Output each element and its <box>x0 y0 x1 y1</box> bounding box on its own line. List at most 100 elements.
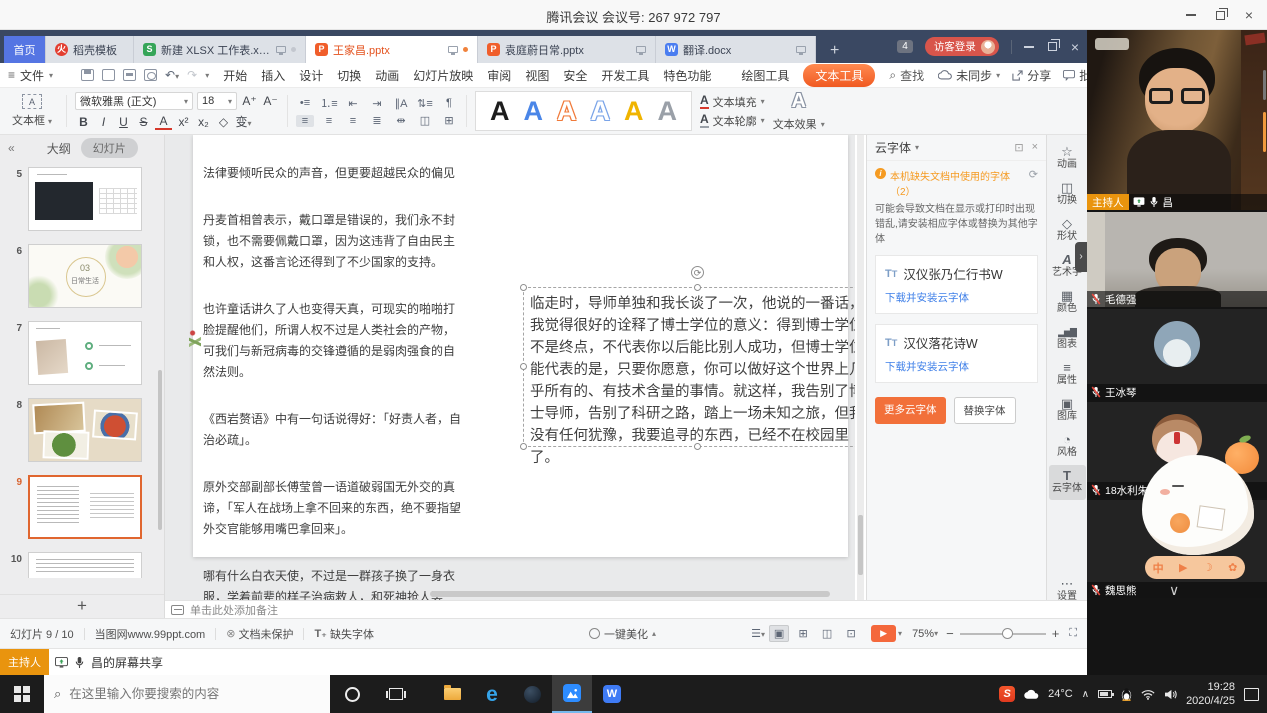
menu-item-animation[interactable]: 动画 <box>375 67 399 84</box>
expand-panel-tab[interactable]: › <box>1075 242 1087 272</box>
slideshow-play-button[interactable]: ▶ <box>871 625 896 642</box>
play-options-icon[interactable]: ▾ <box>898 629 902 638</box>
wifi-icon[interactable] <box>1141 689 1155 700</box>
selected-textbox[interactable]: ⟳ 临走时，导师单独和我长谈了一次，他说的一番话，我觉得很好的诠释了博士学位的意… <box>523 287 855 447</box>
bold-icon[interactable]: B <box>75 115 92 129</box>
resize-handle[interactable] <box>520 363 527 370</box>
cortana-button[interactable] <box>330 675 374 713</box>
video-tile-host[interactable]: 主持人 昌 <box>1087 30 1267 210</box>
menu-item-security[interactable]: 安全 <box>563 67 587 84</box>
menu-item-view[interactable]: 视图 <box>525 67 549 84</box>
slide-6-thumb[interactable]: 03 日常生活 <box>28 244 142 308</box>
collapse-panel-icon[interactable]: « <box>8 141 15 155</box>
tab-docx[interactable]: W 翻译.docx <box>656 36 816 63</box>
wps-button[interactable]: W <box>592 675 632 713</box>
weather-icon[interactable] <box>1024 689 1039 700</box>
italic-icon[interactable]: I <box>95 115 112 129</box>
align-left-icon[interactable]: ≡ <box>296 115 314 127</box>
taskbar-clock[interactable]: 19:28 2020/4/25 <box>1186 680 1235 709</box>
search-input[interactable] <box>69 687 299 701</box>
hidden-icons-chevron[interactable]: ∧ <box>1082 689 1089 700</box>
font-size-select[interactable]: 18▾ <box>197 92 237 110</box>
font-color-icon[interactable]: A <box>155 114 172 130</box>
wordart-style-2[interactable]: A <box>524 98 544 125</box>
tab-slides[interactable]: 幻灯片 <box>81 138 138 158</box>
print-preview-icon[interactable] <box>144 69 157 81</box>
slide-7-thumb[interactable] <box>28 321 142 385</box>
slide-10-thumb[interactable] <box>28 552 142 578</box>
volume-icon[interactable] <box>1164 689 1177 700</box>
close-panel-icon[interactable]: × <box>1032 141 1038 154</box>
tab-count-badge[interactable]: 4 <box>897 40 913 53</box>
temperature[interactable]: 24°C <box>1048 688 1073 700</box>
underline-icon[interactable]: U <box>115 115 132 129</box>
slide-8-thumb[interactable] <box>28 398 142 462</box>
paragraph-settings-icon[interactable]: ¶ <box>440 97 458 109</box>
protect-status[interactable]: ⊗文档未保护 <box>226 626 293 642</box>
textbox-text[interactable]: 临走时，导师单独和我长谈了一次，他说的一番话，我觉得很好的诠释了博士学位的意义：… <box>530 293 855 469</box>
fit-screen-icon[interactable]: ⛶ <box>1069 627 1077 640</box>
panel-scrollbar[interactable] <box>1263 70 1266 100</box>
wordart-gallery[interactable]: A A A A A A <box>475 91 692 131</box>
zoom-level[interactable]: 75% <box>912 628 934 640</box>
menu-item-drawtools[interactable]: 绘图工具 <box>741 67 789 84</box>
wordart-style-4[interactable]: A <box>591 98 611 125</box>
slide-5-thumb[interactable] <box>28 167 142 231</box>
rail-charts[interactable]: ▂▅▇图表 <box>1049 321 1086 356</box>
more-icon[interactable]: ▾ <box>205 71 209 80</box>
zoom-slider[interactable] <box>960 633 1046 635</box>
close-icon[interactable]: × <box>1245 8 1253 22</box>
edge-button[interactable]: e <box>472 675 512 713</box>
slide-9-thumb-selected[interactable] <box>28 475 142 539</box>
minimize-icon[interactable] <box>1024 46 1034 48</box>
tencent-meeting-button[interactable] <box>552 675 592 713</box>
tab-outline[interactable]: 大纲 <box>47 140 71 157</box>
subscript-icon[interactable]: x₂ <box>195 115 212 129</box>
start-button[interactable] <box>0 675 44 713</box>
tab-pptx2[interactable]: P 袁庭蔚日常.pptx <box>478 36 656 63</box>
download-font-link[interactable]: 下载并安装云字体 <box>885 290 1028 305</box>
guest-login-button[interactable]: 访客登录 <box>925 37 999 56</box>
rail-properties[interactable]: ≡属性 <box>1049 357 1086 392</box>
text-outline-button[interactable]: A文本轮廓▾ <box>700 113 765 129</box>
menu-item-texttool-active[interactable]: 文本工具 <box>803 64 875 87</box>
zoom-in-icon[interactable]: + <box>1052 626 1060 641</box>
reading-view-icon[interactable]: ◫ <box>817 625 837 642</box>
restore-icon[interactable] <box>1048 42 1057 51</box>
menu-item-slideshow[interactable]: 幻灯片放映 <box>413 67 473 84</box>
wordart-style-5[interactable]: A <box>624 98 644 125</box>
replace-font-button[interactable]: 替换字体 <box>954 397 1016 424</box>
panel-scrollbar-active[interactable] <box>1263 112 1266 152</box>
action-center-icon[interactable] <box>1244 688 1259 701</box>
missing-font-status[interactable]: T₊缺失字体 <box>314 626 374 642</box>
menu-item-features[interactable]: 特色功能 <box>663 67 711 84</box>
superscript-icon[interactable]: x² <box>175 115 192 129</box>
text-effect-button[interactable]: A 文本效果▾ <box>773 91 825 131</box>
increase-indent-icon[interactable]: ⇥ <box>368 97 386 110</box>
print-icon[interactable] <box>123 69 136 81</box>
decrease-indent-icon[interactable]: ⇤ <box>344 97 362 110</box>
app-button[interactable] <box>512 675 552 713</box>
notes-toggle-icon[interactable]: ☰▾ <box>751 627 765 640</box>
align-center-icon[interactable]: ≡ <box>320 115 338 127</box>
bullet-list-icon[interactable]: •≡ <box>296 97 314 109</box>
thumbs-scrollbar[interactable] <box>158 370 162 530</box>
export-icon[interactable] <box>102 69 115 81</box>
rail-colors[interactable]: ▦颜色 <box>1049 285 1086 320</box>
close-icon[interactable]: × <box>1071 40 1079 54</box>
normal-view-icon[interactable]: ▣ <box>769 625 789 642</box>
add-slide-button[interactable]: + <box>0 594 164 618</box>
rail-animation[interactable]: ☆动画 <box>1049 141 1086 176</box>
menu-item-insert[interactable]: 插入 <box>261 67 285 84</box>
current-slide[interactable]: 法律要倾听民众的声音，但更要超越民众的偏见 丹麦首相曾表示，戴口罩是错误的，我们… <box>193 135 848 557</box>
resize-handle[interactable] <box>520 284 527 291</box>
download-font-link[interactable]: 下载并安装云字体 <box>885 359 1028 374</box>
rail-style[interactable]: ◔风格 <box>1049 429 1086 464</box>
wordart-style-6[interactable]: A <box>658 98 678 125</box>
clear-format-icon[interactable]: ◇ <box>215 115 232 129</box>
horizontal-scrollbar[interactable] <box>430 591 830 597</box>
menu-item-start[interactable]: 开始 <box>223 67 247 84</box>
new-tab-button[interactable]: + <box>816 38 853 63</box>
refresh-icon[interactable]: ⟳ <box>1029 168 1038 181</box>
tab-home[interactable]: 首页 <box>4 36 46 63</box>
